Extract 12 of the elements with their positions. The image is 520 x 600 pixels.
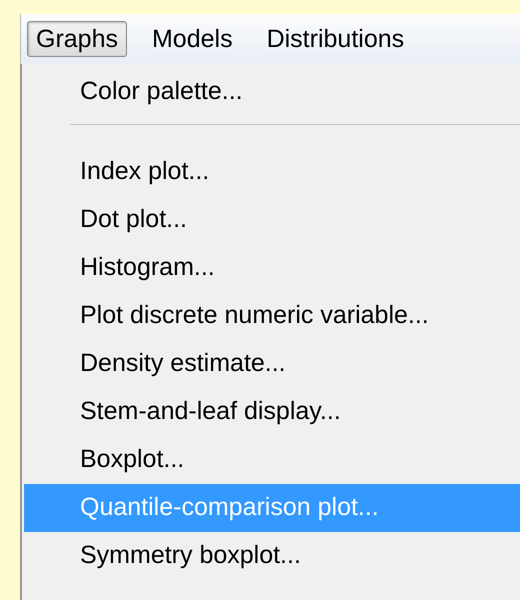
menu-item[interactable]: Dot plot... — [24, 196, 520, 244]
menu-bar-item[interactable]: Models — [142, 21, 242, 57]
menu-item[interactable]: Boxplot... — [24, 436, 520, 484]
menu-item[interactable]: Density estimate... — [24, 340, 520, 388]
menu-bar-item[interactable]: Graphs — [27, 21, 127, 57]
menu-item[interactable]: Symmetry boxplot... — [24, 532, 520, 580]
menu-item[interactable]: Plot discrete numeric variable... — [24, 292, 520, 340]
menu-item[interactable]: Histogram... — [24, 244, 520, 292]
menu-bar-item[interactable]: Distributions — [258, 21, 414, 57]
menu-item[interactable]: Color palette... — [24, 68, 520, 116]
menu-item[interactable]: Index plot... — [24, 148, 520, 196]
menu-item[interactable]: Stem-and-leaf display... — [24, 388, 520, 436]
